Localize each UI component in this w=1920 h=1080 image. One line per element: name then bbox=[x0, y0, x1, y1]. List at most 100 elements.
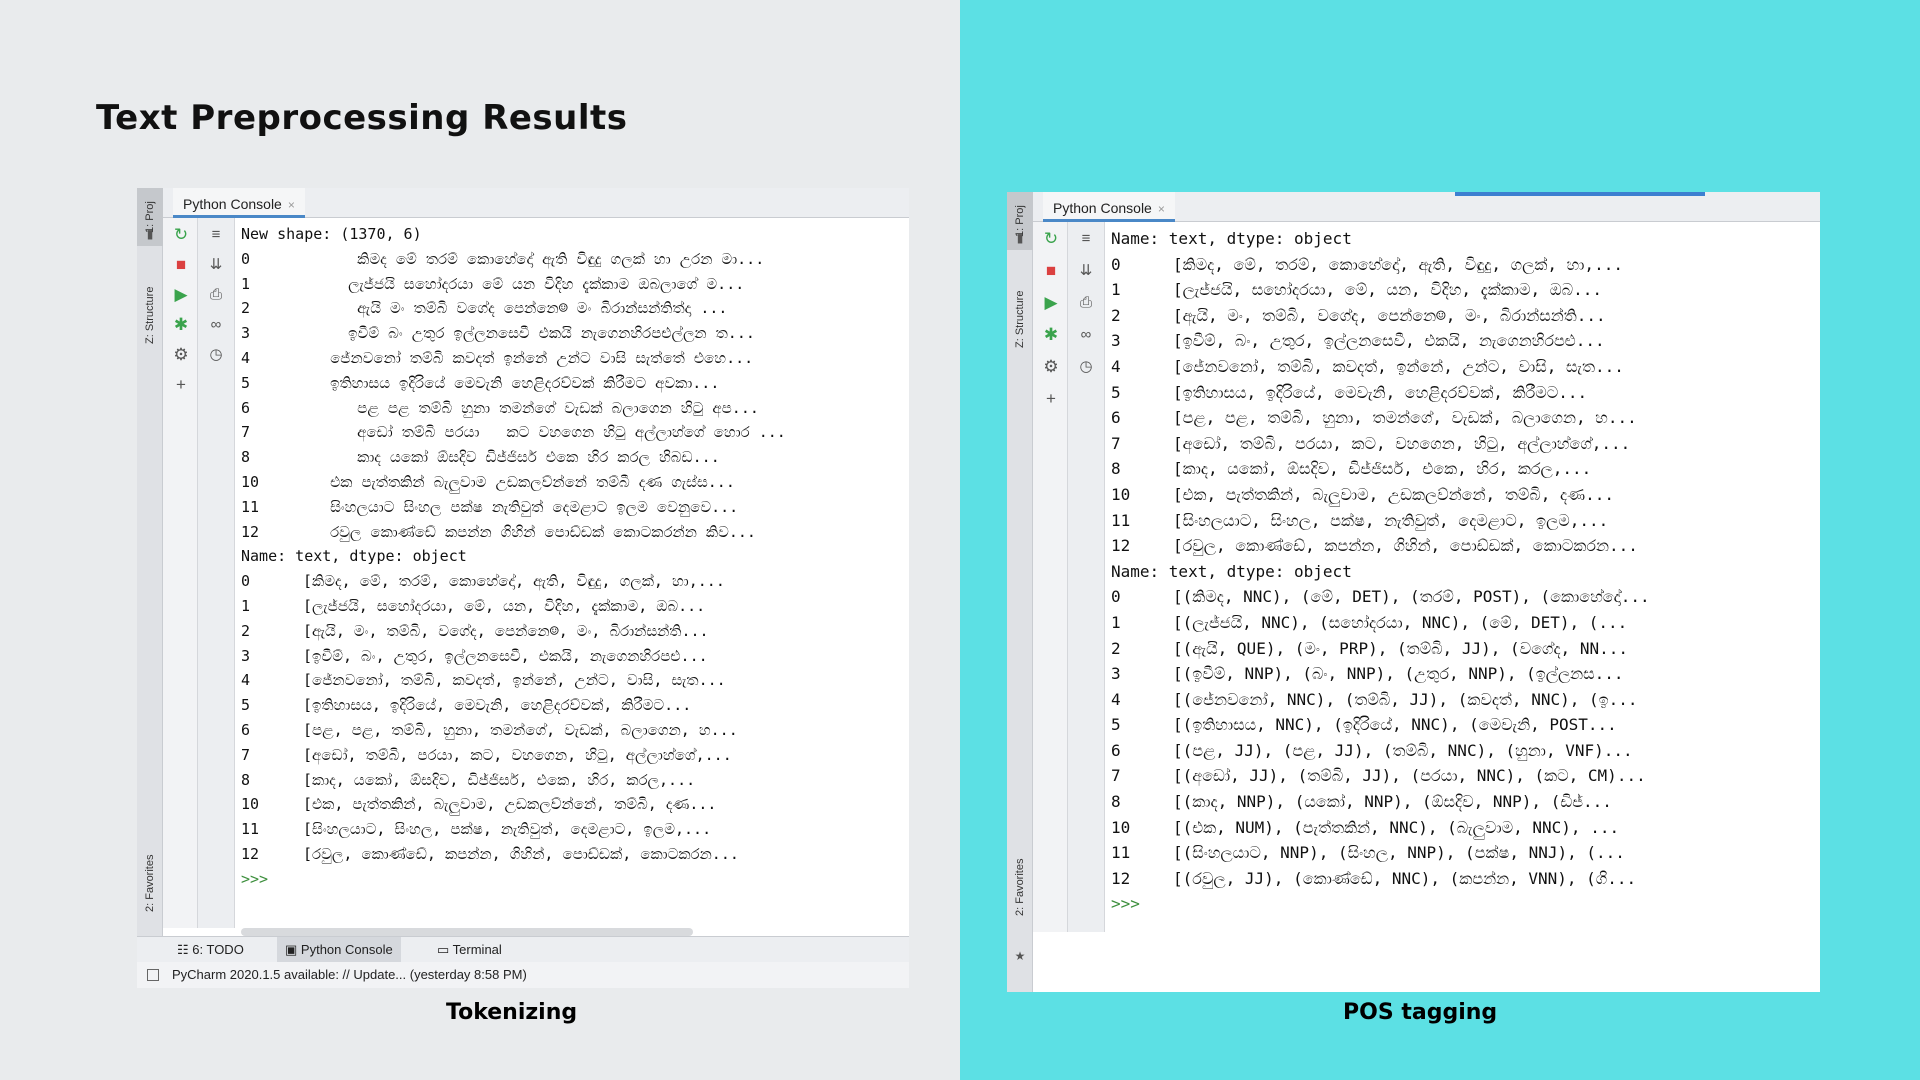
console-row: 1 ලැජ්ජයි සහෝදරයා මේ යන විදිහ දැක්කාම ඔබ… bbox=[241, 272, 909, 297]
caption-pos-tagging: POS tagging bbox=[1343, 1000, 1498, 1025]
row-index: 3 bbox=[1111, 331, 1121, 351]
console-output[interactable]: Name: text, dtype: object 0 [කිමද, මේ, තර… bbox=[1111, 222, 1820, 932]
console-row: 4 [ජේනවනෝ, තම්බි, කවදත්, ඉන්නේ, උන්ට, වාස… bbox=[1111, 354, 1820, 380]
settings-icon[interactable]: ⚙ bbox=[170, 344, 192, 366]
row-index: 0 bbox=[241, 572, 251, 591]
row-text: [කාද, යකෝ, ඕසදිව, ඩිජ්ජිසර්, එකෙ, හිර, ක… bbox=[303, 770, 696, 789]
stop-icon[interactable]: ■ bbox=[170, 254, 192, 276]
console-row: 4 ජේනවනෝ තම්බි කවදත් ඉන්නේ උන්ට වාසි සැත… bbox=[241, 346, 909, 371]
console-prompt[interactable]: >>> bbox=[241, 867, 909, 892]
structure-tool-tab[interactable]: Z: Structure bbox=[137, 260, 163, 370]
row-index: 4 bbox=[241, 348, 251, 367]
row-index: 0 bbox=[1111, 254, 1121, 274]
console-line: Name: text, dtype: object bbox=[1111, 561, 1352, 581]
tool-window-strip: 1: Proj ▮ Z: Structure 2: Favorites ★ bbox=[137, 188, 163, 988]
close-icon[interactable]: × bbox=[288, 198, 295, 212]
editor-tab-bar: Python Console × bbox=[1033, 192, 1820, 222]
row-index: 10 bbox=[241, 472, 260, 491]
console-row: 2 [ඇයි, මං, තම්බි, වගේද, පෙන්නෙ☺, මං, බිර… bbox=[1111, 303, 1820, 329]
console-row: 2 [ඇයි, මං, තම්බි, වගේද, පෙන්නෙ☺, මං, බිර… bbox=[241, 619, 909, 644]
folder-icon: ▮ bbox=[1016, 231, 1024, 245]
row-text: [ඇයි, මං, තම්බි, වගේද, පෙන්නෙ☺, මං, බිරා… bbox=[1173, 305, 1606, 325]
console-row: 6 පළ පළ තම්බි හුනා තමන්ගේ වැඩක් බලාගෙන හ… bbox=[241, 396, 909, 421]
console-row: 11 [සිංහලයාට, සිංහල, පක්ෂ, නැතිවුත්, දෙමළ… bbox=[1111, 508, 1820, 534]
row-text: [අඩෝ, තම්බි, පරයා, කට, වහගෙන, හිටු, අල්ල… bbox=[1173, 433, 1631, 453]
tab-python-console[interactable]: Python Console × bbox=[1043, 192, 1175, 222]
add-icon[interactable]: + bbox=[1040, 388, 1062, 410]
tab-python-console[interactable]: Python Console × bbox=[173, 188, 305, 218]
terminal-tab-label: Terminal bbox=[452, 942, 502, 957]
row-text: කිමද මේ තරම් කොහේදෝ ඇති විඳුදු ගලක් හා උ… bbox=[303, 249, 765, 268]
row-text: [එක, පැත්තකින්, බැලුවාම, උඩකලව්න්නේ, තම්… bbox=[1173, 484, 1614, 504]
show-variables-icon[interactable]: ∞ bbox=[205, 314, 227, 336]
rerun-icon[interactable]: ↻ bbox=[170, 224, 192, 246]
console-row: 6 [පළ, පළ, තම්බි, හුනා, තමන්ගේ, වැඩක්, බල… bbox=[1111, 405, 1820, 431]
row-text: [ජේනවනෝ, තම්බි, කවදත්, ඉන්නේ, උන්ට, වාසි… bbox=[1173, 356, 1624, 376]
row-text: [(පළ, JJ), (පළ, JJ), (තම්බි, NNC), (හුනා… bbox=[1173, 740, 1633, 760]
print-icon[interactable]: ⎙ bbox=[1075, 292, 1097, 314]
console-row: 3 ඉවීම් බං උතුර ඉල්ලනසෙවී එකයි නැගෙනහිරප… bbox=[241, 321, 909, 346]
row-index: 4 bbox=[241, 671, 251, 690]
status-message[interactable]: PyCharm 2020.1.5 available: // Update...… bbox=[172, 967, 527, 982]
row-text: සිංහලයාට සිංහල පක්ෂ නැතිවුත් දෙමළාට ඉලම … bbox=[303, 497, 739, 516]
row-index: 1 bbox=[241, 274, 251, 293]
terminal-icon: ▭ bbox=[437, 942, 453, 957]
favorites-tool-tab[interactable]: 2: Favorites bbox=[1007, 832, 1033, 942]
console-prompt[interactable]: >>> bbox=[1111, 891, 1820, 917]
print-icon[interactable]: ⎙ bbox=[205, 284, 227, 306]
console-icon: ▣ bbox=[285, 942, 301, 957]
close-icon[interactable]: × bbox=[1158, 202, 1165, 216]
structure-tool-tab[interactable]: Z: Structure bbox=[1007, 264, 1033, 374]
show-variables-icon[interactable]: ∞ bbox=[1075, 324, 1097, 346]
run-icon[interactable]: ▶ bbox=[1040, 292, 1062, 314]
row-text: [(ඉතිහාසය, NNC), (ඉදිරියේ, NNC), (මෙවැනි… bbox=[1173, 715, 1617, 735]
favorites-tool-tab[interactable]: 2: Favorites bbox=[137, 828, 163, 938]
row-text: [(එක, NUM), (පැත්තකින්, NNC), (බැලුවාම, … bbox=[1173, 817, 1620, 837]
row-index: 1 bbox=[1111, 612, 1121, 632]
console-row: 10 [එක, පැත්තකින්, බැලුවාම, උඩකලව්න්නේ, ත… bbox=[1111, 482, 1820, 508]
python-console-tab[interactable]: ▣ Python Console bbox=[277, 937, 401, 963]
tool-window-bar: ☷ 6: TODO ▣ Python Console ▭ Terminal bbox=[137, 936, 909, 963]
scroll-end-icon[interactable]: ⇊ bbox=[1075, 260, 1097, 282]
scroll-end-icon[interactable]: ⇊ bbox=[205, 254, 227, 276]
row-text: [අඩෝ, තම්බි, පරයා, කට, වහගෙන, හිටු, අල්ල… bbox=[303, 745, 732, 764]
horizontal-scrollbar[interactable] bbox=[241, 928, 693, 936]
ide-window-pos-tagging: 1: Proj ▮ Z: Structure 2: Favorites ★ Py… bbox=[1007, 192, 1820, 992]
row-text: [ඉවීම්, බං, උතුර, ඉල්ලනසෙවී, එකයි, නැගෙන… bbox=[1173, 331, 1605, 351]
console-row: 3 [ඉවීම්, බං, උතුර, ඉල්ලනසෙවී, එකයි, නැගෙ… bbox=[241, 644, 909, 669]
row-index: 11 bbox=[241, 497, 260, 516]
row-index: 6 bbox=[1111, 740, 1121, 760]
terminal-tab[interactable]: ▭ Terminal bbox=[429, 937, 510, 963]
rerun-icon[interactable]: ↻ bbox=[1040, 228, 1062, 250]
row-index: 12 bbox=[241, 522, 260, 541]
console-row: 8 [(කාද, NNP), (යකෝ, NNP), (ඕසදිව, NNP), … bbox=[1111, 789, 1820, 815]
row-index: 5 bbox=[1111, 382, 1121, 402]
row-text: ලැජ්ජයි සහෝදරයා මේ යන විදිහ දැක්කාම ඔබලා… bbox=[303, 274, 745, 293]
stop-icon[interactable]: ■ bbox=[1040, 260, 1062, 282]
debug-icon[interactable]: ✱ bbox=[170, 314, 192, 336]
console-row: 11 සිංහලයාට සිංහල පක්ෂ නැතිවුත් දෙමළාට ඉ… bbox=[241, 495, 909, 520]
folder-icon: ▮ bbox=[146, 227, 154, 241]
console-output[interactable]: New shape: (1370, 6) 0 කිමද මේ තරම් කොහේ… bbox=[241, 218, 909, 928]
debug-icon[interactable]: ✱ bbox=[1040, 324, 1062, 346]
row-index: 8 bbox=[1111, 792, 1121, 812]
soft-wrap-icon[interactable]: ≡ bbox=[205, 224, 227, 246]
row-text: [ලැජ්ජයි, සහෝදරයා, මේ, යන, විදිහ, දැක්කා… bbox=[303, 596, 706, 615]
row-text: [කිමද, මේ, තරම්, කොහේදෝ, ඇති, විඳුදු, ගල… bbox=[303, 572, 725, 591]
row-index: 7 bbox=[241, 745, 251, 764]
run-icon[interactable]: ▶ bbox=[170, 284, 192, 306]
history-icon[interactable]: ◷ bbox=[205, 344, 227, 366]
row-text: [ලැජ්ජයි, සහෝදරයා, මේ, යන, විදිහ, දැක්කා… bbox=[1173, 280, 1603, 300]
row-index: 4 bbox=[1111, 356, 1121, 376]
todo-tab[interactable]: ☷ 6: TODO bbox=[169, 937, 252, 963]
soft-wrap-icon[interactable]: ≡ bbox=[1075, 228, 1097, 250]
add-icon[interactable]: + bbox=[170, 374, 192, 396]
row-text: [සිංහලයාට, සිංහල, පක්ෂ, නැතිවුත්, දෙමළාට… bbox=[1173, 510, 1609, 530]
settings-icon[interactable]: ⚙ bbox=[1040, 356, 1062, 378]
row-index: 6 bbox=[1111, 408, 1121, 428]
row-index: 7 bbox=[241, 423, 251, 442]
row-index: 8 bbox=[1111, 459, 1121, 479]
console-row: 2 [(ඇයි, QUE), (මං, PRP), (තම්බි, JJ), (ව… bbox=[1111, 636, 1820, 662]
console-row: 7 [(අඩෝ, JJ), (තම්බි, JJ), (පරයා, NNC), (… bbox=[1111, 763, 1820, 789]
history-icon[interactable]: ◷ bbox=[1075, 356, 1097, 378]
